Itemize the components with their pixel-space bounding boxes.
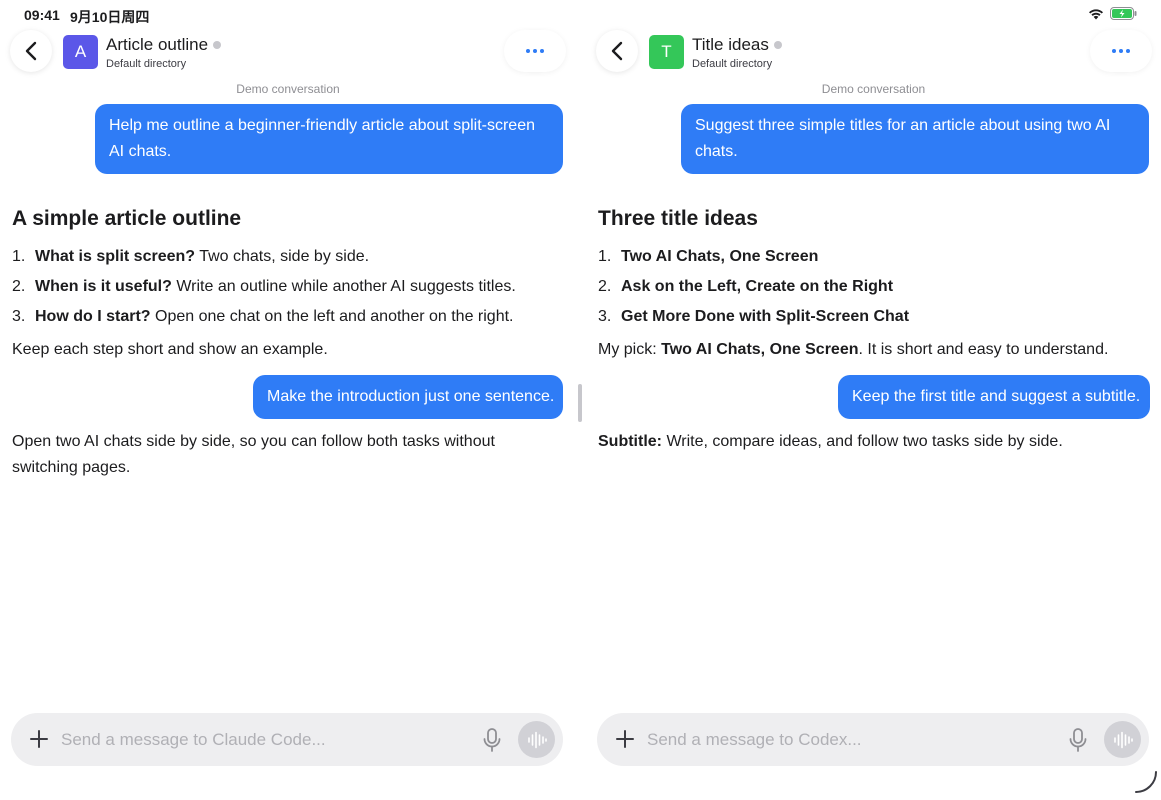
chevron-left-icon [25, 41, 37, 61]
ellipsis-dot [1126, 49, 1130, 53]
user-message: Make the introduction just one sentence. [253, 375, 563, 419]
user-message: Keep the first title and suggest a subti… [838, 375, 1150, 419]
microphone-icon[interactable] [481, 727, 503, 753]
user-message: Help me outline a beginner-friendly arti… [95, 104, 563, 174]
pick-title: Two AI Chats, One Screen [661, 341, 859, 358]
back-button[interactable] [10, 30, 52, 72]
subtitle-text: Write, compare ideas, and follow two tas… [662, 433, 1063, 450]
list-item-bold: Ask on the Left, Create on the Right [621, 278, 894, 295]
split-divider-handle[interactable] [578, 384, 582, 422]
ellipsis-dot [533, 49, 537, 53]
list-item-bold: Two AI Chats, One Screen [621, 248, 819, 265]
demo-conversation-label: Demo conversation [236, 82, 340, 96]
list-item: 3. How do I start? Open one chat on the l… [12, 302, 516, 332]
message-composer [597, 713, 1149, 766]
list-item: 2. When is it useful? Write an outline wh… [12, 272, 516, 302]
window-resize-handle[interactable] [1133, 770, 1159, 796]
response-heading: Three title ideas [598, 207, 758, 230]
chat-directory: Default directory [692, 58, 773, 70]
microphone-icon[interactable] [1067, 727, 1089, 753]
message-input[interactable] [61, 727, 461, 753]
ellipsis-icon [1112, 49, 1116, 53]
response-note: Keep each step short and show an example… [12, 341, 328, 358]
ellipsis-dot [1119, 49, 1123, 53]
back-button[interactable] [596, 30, 638, 72]
voice-mode-button[interactable] [1104, 721, 1141, 758]
chat-avatar[interactable]: T [649, 35, 684, 69]
response-heading: A simple article outline [12, 207, 242, 230]
pick-suffix: . It is short and easy to understand. [858, 341, 1109, 358]
list-item-bold: When is it useful? [35, 278, 172, 295]
title-list: 1. Two AI Chats, One Screen 2. Ask on the … [598, 242, 909, 332]
left-chat-pane: A Article outline Default directory Demo… [0, 0, 576, 800]
response-text: Subtitle: Write, compare ideas, and foll… [598, 429, 1063, 455]
outline-list: 1. What is split screen? Two chats, side … [12, 242, 516, 332]
response-pick: My pick: Two AI Chats, One Screen. It is… [598, 337, 1108, 363]
ellipsis-dot [540, 49, 544, 53]
list-number: 1. [12, 248, 26, 265]
list-item-bold: What is split screen? [35, 248, 196, 265]
list-number: 3. [598, 308, 612, 325]
list-item: 3. Get More Done with Split-Screen Chat [598, 302, 909, 332]
list-item: 1. Two AI Chats, One Screen [598, 242, 909, 272]
status-dot [773, 41, 782, 49]
chat-avatar[interactable]: A [63, 35, 98, 69]
list-item-bold: How do I start? [35, 308, 151, 325]
user-message: Suggest three simple titles for an artic… [681, 104, 1149, 174]
pick-prefix: My pick: [598, 341, 662, 358]
response-text: Open two AI chats side by side, so you c… [12, 433, 495, 476]
list-item-text: Open one chat on the left and another on… [150, 308, 514, 325]
chat-header[interactable]: Title ideas Default directory [692, 35, 782, 70]
plus-icon[interactable] [614, 728, 636, 750]
list-item-text: Write an outline while another AI sugges… [171, 278, 516, 295]
list-number: 1. [598, 248, 612, 265]
chat-title: Article outline [106, 35, 209, 54]
waveform-icon [1113, 731, 1133, 748]
plus-icon[interactable] [28, 728, 50, 750]
subtitle-label: Subtitle: [598, 433, 662, 450]
more-options-button[interactable] [504, 30, 566, 72]
chevron-left-icon [611, 41, 623, 61]
voice-mode-button[interactable] [518, 721, 555, 758]
waveform-icon [527, 731, 547, 748]
demo-conversation-label: Demo conversation [821, 82, 926, 96]
chat-directory: Default directory [106, 58, 187, 70]
list-item: 2. Ask on the Left, Create on the Right [598, 272, 909, 302]
list-number: 3. [12, 308, 26, 325]
right-chat-pane: T Title ideas Default directory Demo con… [586, 0, 1161, 800]
message-composer [11, 713, 563, 766]
status-dot [213, 41, 222, 49]
ellipsis-icon [526, 49, 530, 53]
list-item-text: Two chats, side by side. [195, 248, 370, 265]
chat-header[interactable]: Article outline Default directory [106, 35, 222, 70]
more-options-button[interactable] [1090, 30, 1152, 72]
list-number: 2. [12, 278, 26, 295]
list-item-bold: Get More Done with Split-Screen Chat [621, 308, 910, 325]
list-number: 2. [598, 278, 612, 295]
message-input[interactable] [647, 727, 1047, 753]
list-item: 1. What is split screen? Two chats, side … [12, 242, 516, 272]
chat-title: Title ideas [692, 35, 769, 54]
